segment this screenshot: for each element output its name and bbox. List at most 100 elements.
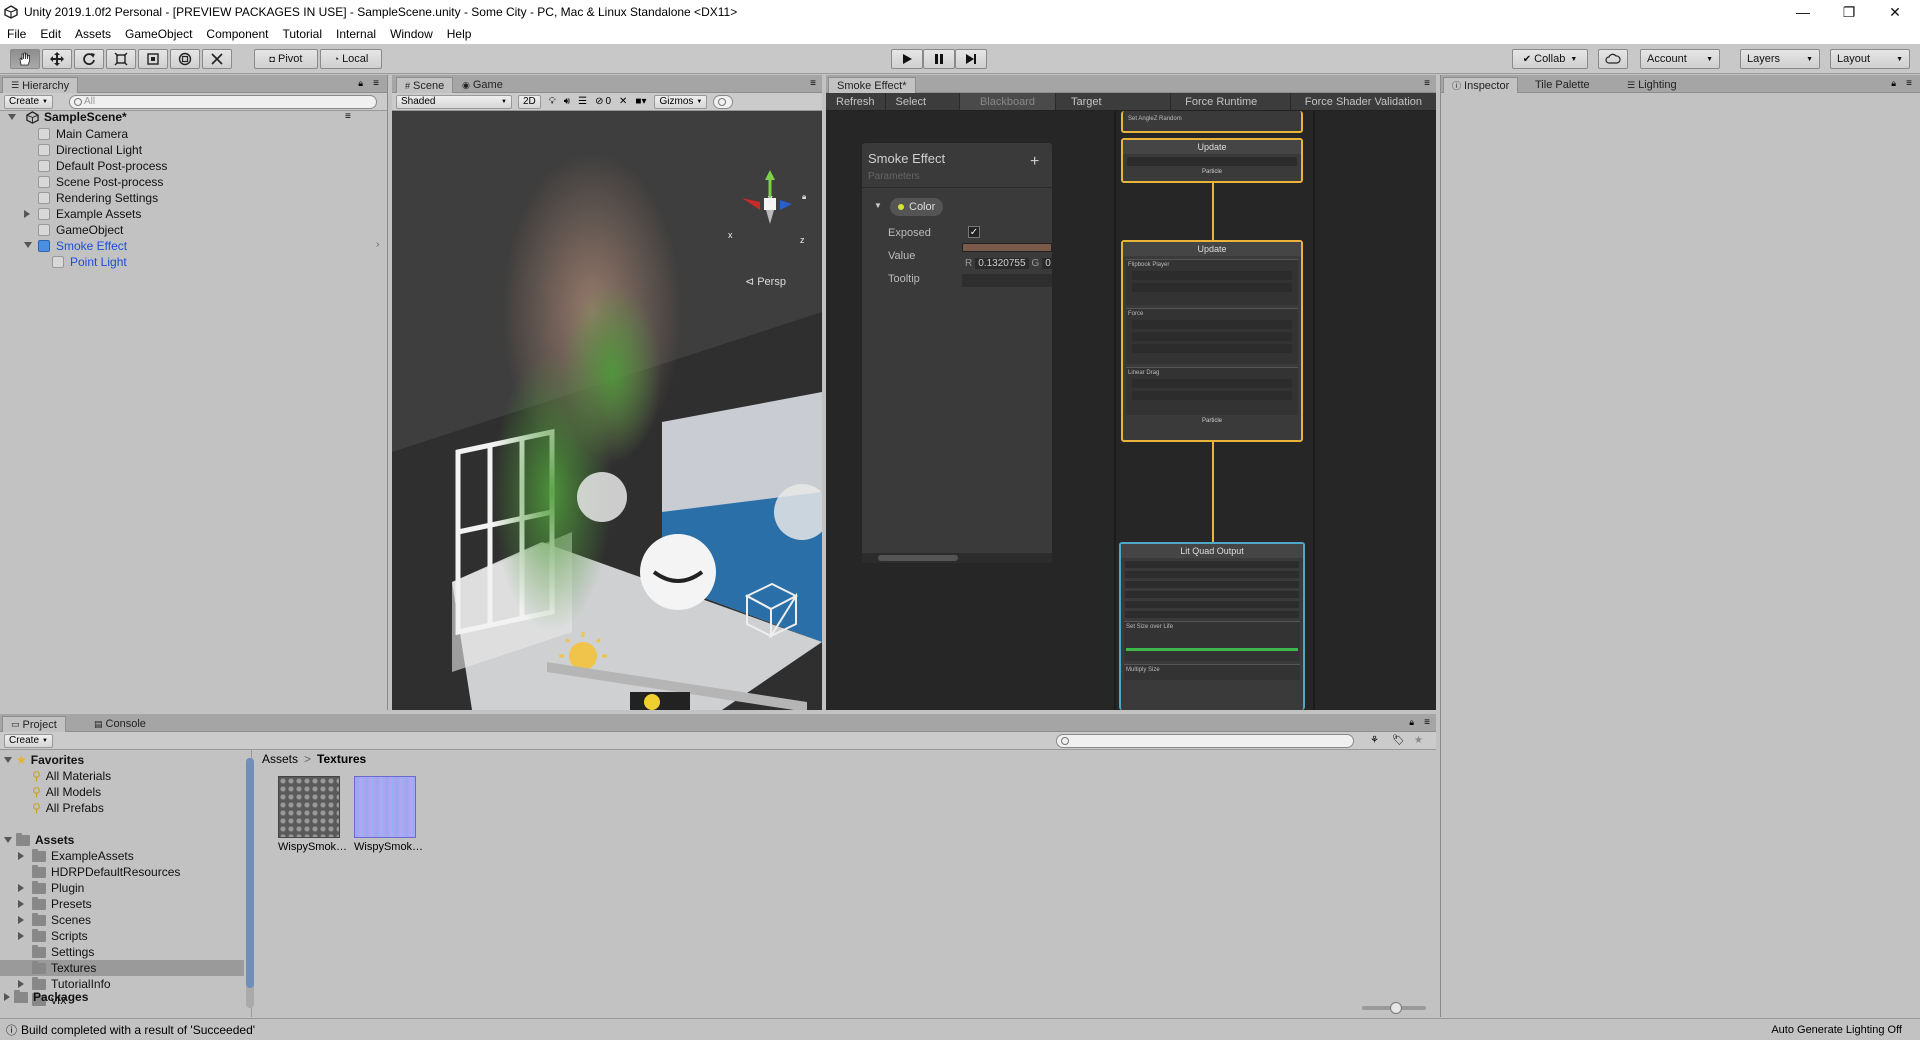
filter-label-icon[interactable]: 🏷︎ <box>1392 735 1405 746</box>
gizmos-dropdown[interactable]: Gizmos ▼ <box>654 94 708 109</box>
lighting-status[interactable]: Auto Generate Lighting Off <box>1771 1024 1902 1036</box>
project-search-input[interactable] <box>1056 733 1354 748</box>
hierarchy-item[interactable]: Default Post-process <box>38 158 167 174</box>
flipbook-player-block[interactable]: Flipbook Player <box>1126 259 1298 305</box>
thumbnail-size-slider[interactable] <box>1362 1002 1426 1014</box>
hierarchy-item[interactable]: Point Light <box>52 254 127 270</box>
custom-tool-button[interactable] <box>202 49 232 69</box>
favorite-item[interactable]: ⚲ All Prefabs <box>32 800 104 816</box>
rect-tool-button[interactable] <box>138 49 168 69</box>
close-button[interactable]: ✕ <box>1872 0 1918 24</box>
tools-icon[interactable]: ✕ <box>619 96 627 107</box>
expand-arrow-icon[interactable] <box>4 993 10 1001</box>
move-tool-button[interactable] <box>42 49 72 69</box>
local-toggle[interactable]: ◔ Local <box>320 49 382 69</box>
lit-quad-output-node[interactable]: Lit Quad Output Set Size over Life Multi… <box>1119 542 1305 710</box>
blackboard-toggle[interactable]: Blackboard <box>958 93 1055 110</box>
tab-vfx-graph[interactable]: Smoke Effect* <box>828 77 916 93</box>
expand-arrow-icon[interactable] <box>24 210 30 218</box>
lock-icon[interactable]: 🔒︎ <box>802 192 806 202</box>
lock-icon[interactable]: 🔒︎ <box>1891 78 1896 89</box>
hierarchy-item[interactable]: Main Camera <box>38 126 128 142</box>
tab-hierarchy[interactable]: ☰ Hierarchy <box>2 77 79 93</box>
multiply-size-block[interactable]: Multiply Size <box>1124 664 1300 680</box>
step-button[interactable] <box>955 49 987 69</box>
hierarchy-item[interactable]: Scene Post-process <box>38 174 163 190</box>
folder-item[interactable]: Settings <box>0 944 244 960</box>
play-button[interactable] <box>891 49 923 69</box>
status-message[interactable]: Build completed with a result of 'Succee… <box>21 1023 255 1037</box>
lock-icon[interactable]: 🔒︎ <box>358 78 363 89</box>
scale-tool-button[interactable] <box>106 49 136 69</box>
camera-icon[interactable]: ■▾ <box>635 96 646 107</box>
tab-game[interactable]: ◉ Game <box>454 77 511 93</box>
filter-type-icon[interactable]: ⚘ <box>1370 735 1379 746</box>
expand-arrow-icon[interactable] <box>18 916 28 924</box>
asset-thumbnail[interactable]: WispySmok… <box>354 776 423 860</box>
set-angle-block[interactable]: Set AngleZ Random <box>1121 111 1303 133</box>
folder-item[interactable]: Scenes <box>0 912 244 928</box>
asset-thumbnail[interactable]: WispySmok… <box>278 776 347 860</box>
favorite-item[interactable]: ⚲ All Materials <box>32 768 111 784</box>
layout-dropdown[interactable]: Layout ▼ <box>1830 49 1910 69</box>
menu-assets[interactable]: Assets <box>68 27 118 41</box>
scrollbar-thumb[interactable] <box>246 758 254 988</box>
folder-item[interactable]: Plugin <box>0 880 244 896</box>
pause-button[interactable] <box>923 49 955 69</box>
select-asset-button[interactable]: Select Asset <box>884 93 959 110</box>
force-shader-validation-toggle[interactable]: Force Shader Validation <box>1289 93 1436 110</box>
favorites-header[interactable]: ★ Favorites <box>4 752 84 768</box>
menu-component[interactable]: Component <box>199 27 275 41</box>
panel-menu-icon[interactable]: ≡ <box>1906 78 1912 89</box>
slider-thumb[interactable] <box>1390 1002 1402 1014</box>
collab-dropdown[interactable]: ✔ Collab ▼ <box>1512 49 1588 69</box>
expand-arrow-icon[interactable] <box>18 852 28 860</box>
rotate-tool-button[interactable] <box>74 49 104 69</box>
add-parameter-button[interactable]: + <box>1030 153 1039 171</box>
favorite-star-icon[interactable]: ★ <box>1414 735 1423 746</box>
tree-scrollbar[interactable] <box>246 758 254 1008</box>
layers-dropdown[interactable]: Layers ▼ <box>1740 49 1820 69</box>
menu-help[interactable]: Help <box>440 27 479 41</box>
color-parameter-pill[interactable]: Color <box>890 198 944 216</box>
scene-search-input[interactable] <box>713 94 734 109</box>
tab-project[interactable]: ▭ Project <box>2 716 66 732</box>
folder-item[interactable]: ExampleAssets <box>0 848 244 864</box>
force-runtime-mode-toggle[interactable]: Force Runtime Mode <box>1170 93 1290 110</box>
tab-tile-palette[interactable]: Tile Palette <box>1527 77 1598 93</box>
refresh-button[interactable]: Refresh <box>826 93 885 110</box>
effects-icon[interactable]: ☰ <box>578 96 587 107</box>
expand-arrow-icon[interactable] <box>18 884 28 892</box>
menu-file[interactable]: File <box>0 27 33 41</box>
expand-arrow-icon[interactable] <box>18 900 28 908</box>
menu-tutorial[interactable]: Tutorial <box>275 27 329 41</box>
hierarchy-search-input[interactable]: All <box>68 94 377 109</box>
expand-arrow-icon[interactable] <box>8 114 16 120</box>
hierarchy-item[interactable]: Example Assets <box>24 206 141 222</box>
scene-viewport[interactable] <box>392 112 822 710</box>
hand-tool-button[interactable] <box>10 49 40 69</box>
exposed-checkbox[interactable]: ✓ <box>968 226 980 238</box>
tab-lighting[interactable]: ☰ Lighting <box>1619 77 1685 93</box>
target-gameobject-button[interactable]: Target GameObject <box>1055 93 1170 110</box>
menu-gameobject[interactable]: GameObject <box>118 27 199 41</box>
lock-icon[interactable]: 🔒︎ <box>1409 717 1414 728</box>
menu-internal[interactable]: Internal <box>329 27 383 41</box>
force-block[interactable]: Force <box>1126 308 1298 364</box>
menu-window[interactable]: Window <box>383 27 440 41</box>
tab-inspector[interactable]: ⓘ Inspector <box>1443 77 1519 93</box>
panel-menu-icon[interactable]: ≡ <box>1424 717 1430 728</box>
account-dropdown[interactable]: Account ▼ <box>1640 49 1720 69</box>
folder-item[interactable]: Textures <box>0 960 244 976</box>
audio-icon[interactable]: 🔊︎ <box>564 96 570 107</box>
cloud-button[interactable] <box>1598 49 1628 69</box>
update-node-1[interactable]: Update Particle <box>1121 138 1303 183</box>
expand-arrow-icon[interactable] <box>4 837 12 843</box>
scrollbar-thumb[interactable] <box>878 555 958 561</box>
perspective-label[interactable]: ⊲ Persp <box>745 275 786 289</box>
folder-item[interactable]: HDRPDefaultResources <box>0 864 244 880</box>
hierarchy-item[interactable]: Directional Light <box>38 142 142 158</box>
hierarchy-item[interactable]: Rendering Settings <box>38 190 158 206</box>
expand-arrow-icon[interactable] <box>18 932 28 940</box>
menu-edit[interactable]: Edit <box>33 27 68 41</box>
